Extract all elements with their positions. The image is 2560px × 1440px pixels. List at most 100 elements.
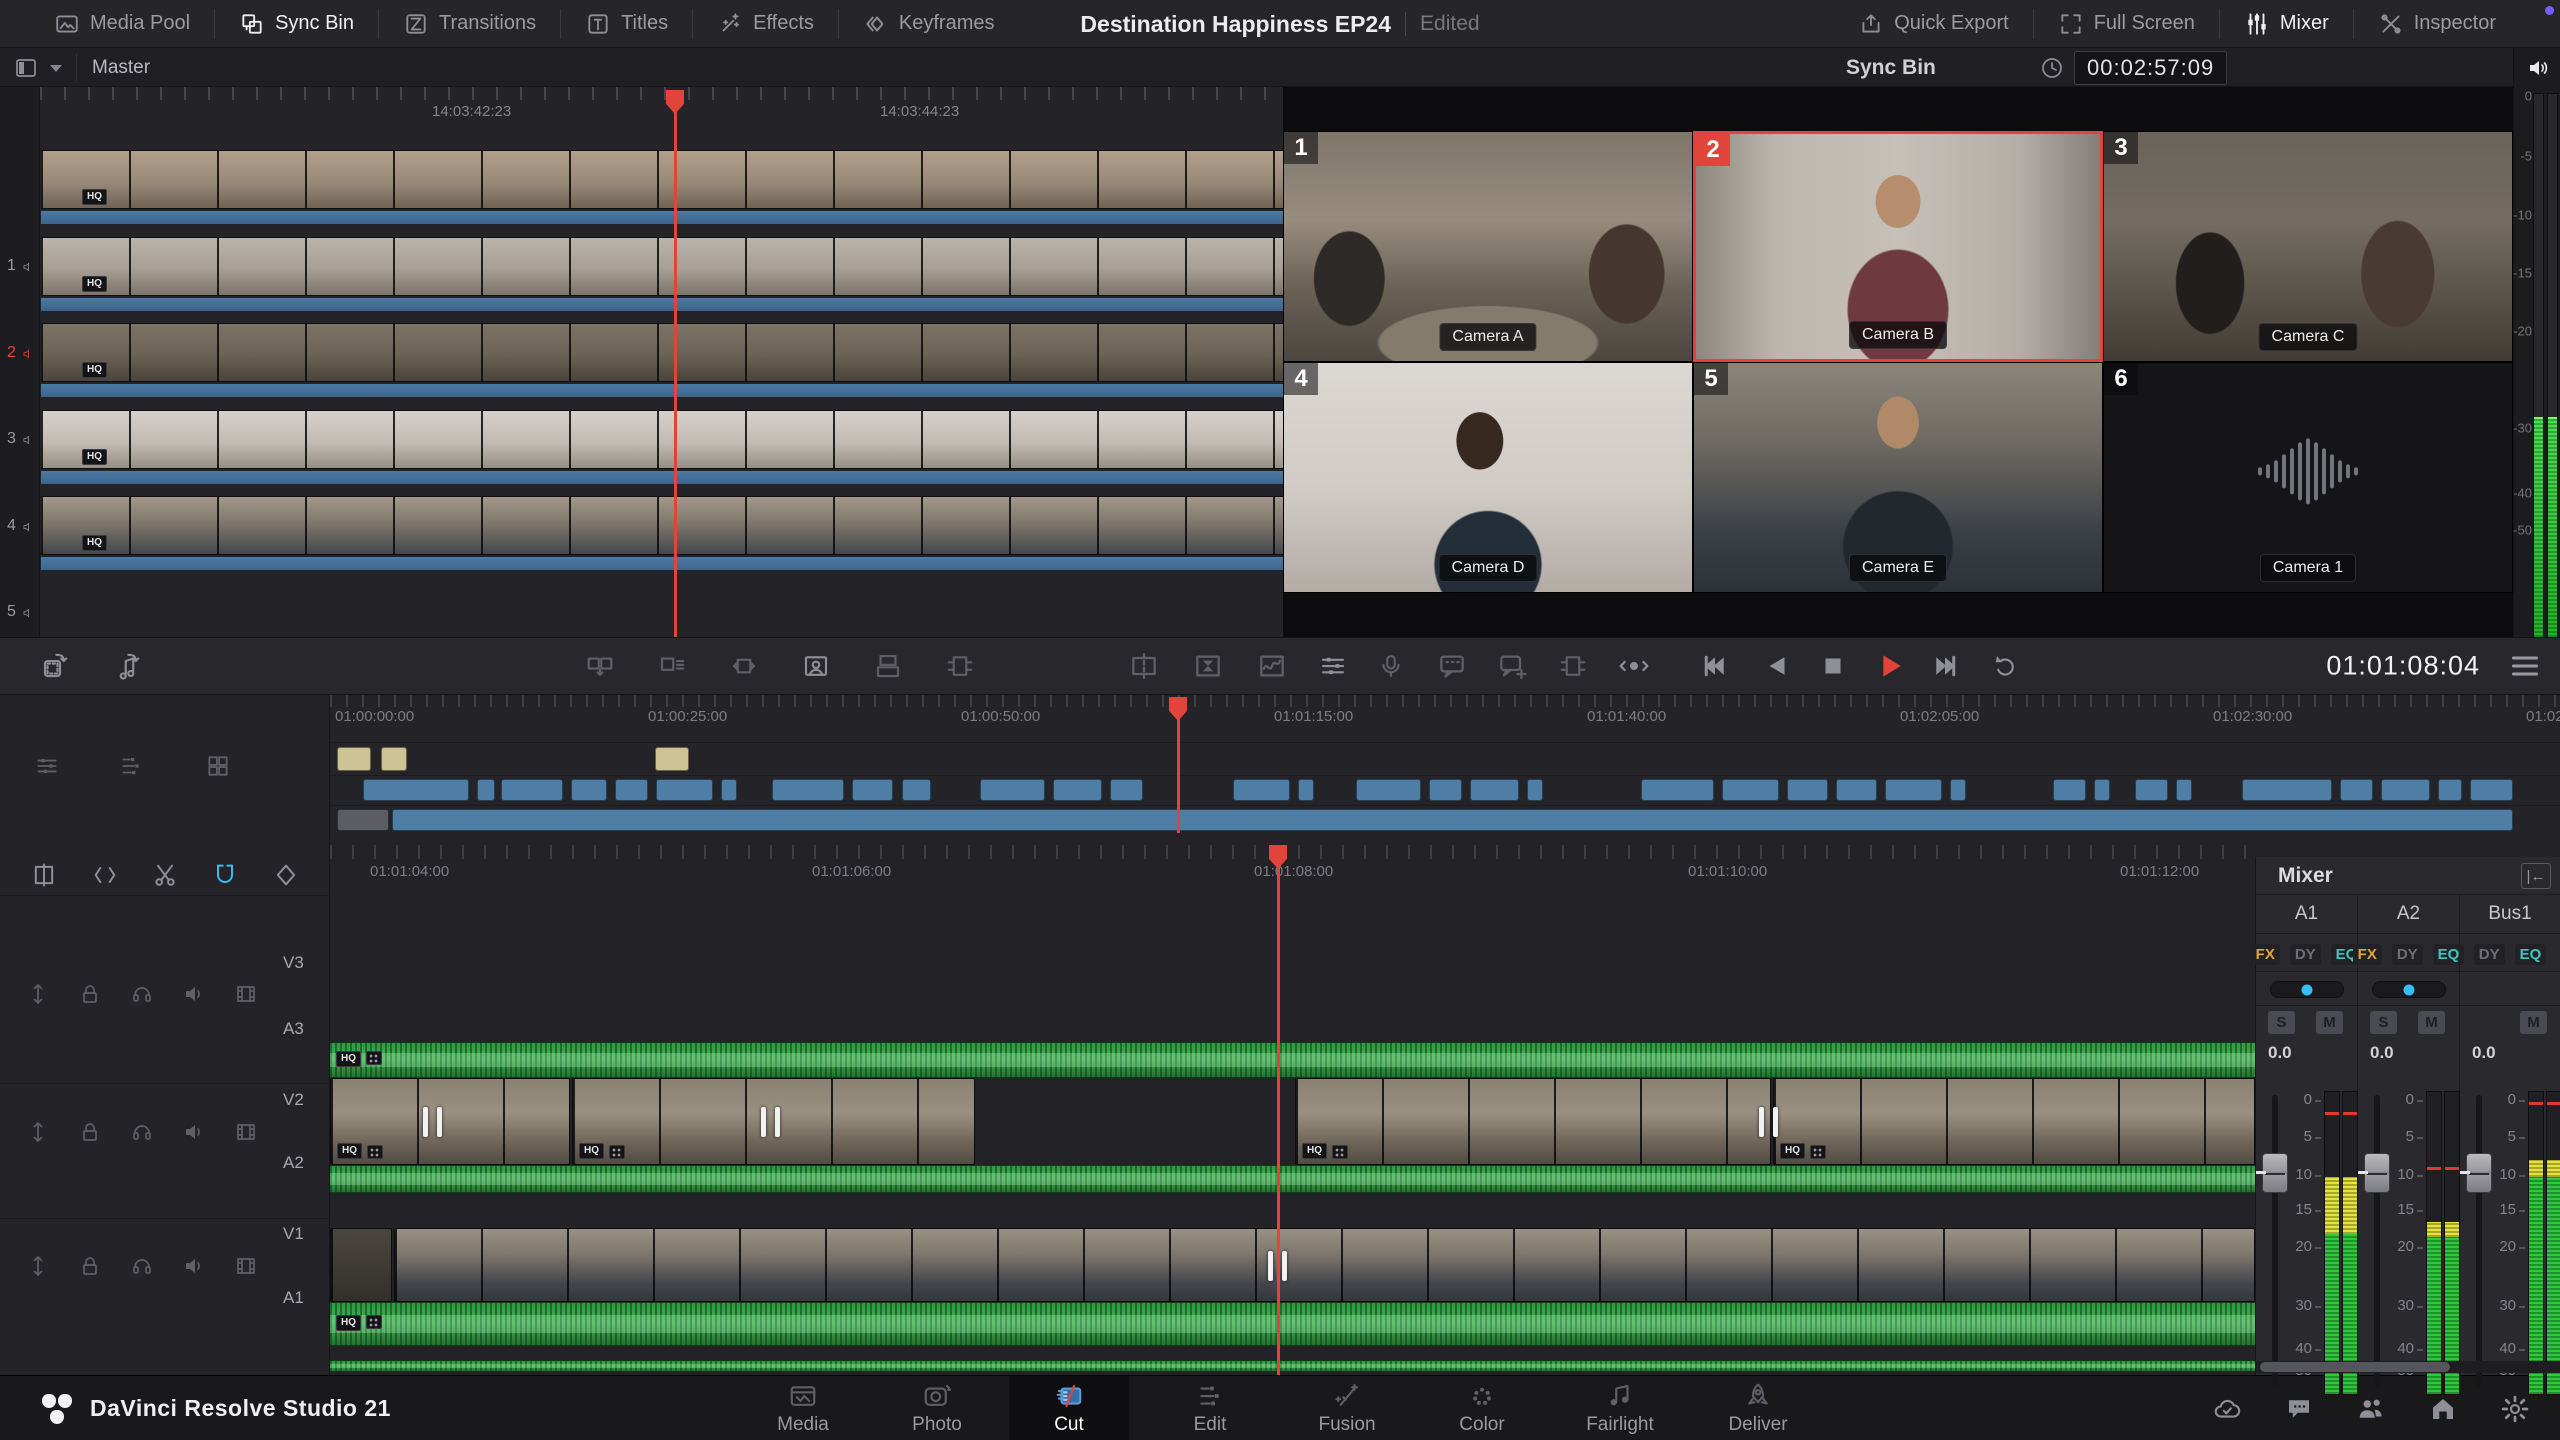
overview-clip-v2[interactable] [1233,779,1290,801]
source-track-number-4[interactable]: 4 [7,517,35,535]
overview-clip-v2[interactable] [363,779,469,801]
track-filmstrip-icon[interactable] [234,1120,258,1144]
track-label-a2[interactable]: A2 [283,1153,304,1173]
audio-track-a2[interactable] [330,1165,2255,1193]
track-filmstrip-icon[interactable] [234,1254,258,1278]
overview-clip-v2[interactable] [2053,779,2086,801]
viewer-timecode[interactable]: 00:02:57:09 [2074,51,2227,85]
play-icon[interactable] [1874,650,1906,682]
timeline-clip-v1[interactable] [330,1228,392,1302]
overview-options-icon[interactable] [34,753,60,779]
multicam-cell-4[interactable]: 4Camera D [1283,362,1693,593]
overview-clip-v1[interactable] [392,809,2513,831]
timeline-options-menu-icon[interactable] [2512,652,2538,681]
sync-bin-source-strip[interactable]: 14:03:42:2314:03:44:23 HQHQHQHQHQ 123456 [0,87,1283,637]
track-monitor-icon[interactable] [130,982,154,1006]
track-label-a3[interactable]: A3 [283,1019,304,1039]
track-speaker-icon[interactable] [182,1254,206,1278]
overview-clip-v2[interactable] [1429,779,1462,801]
keyframe-tray-icon[interactable] [1256,650,1288,682]
pan-slider[interactable] [2270,981,2344,998]
badge-dy[interactable]: DY [2474,944,2505,965]
settings-icon[interactable] [2500,1394,2530,1424]
bin-chevron-down-icon[interactable] [50,65,62,72]
overview-clip-v2[interactable] [772,779,844,801]
roll-tool-icon[interactable] [91,861,119,889]
track-move-icon[interactable] [26,1120,50,1144]
marker-tool-icon[interactable] [272,861,300,889]
overview-clip-v2[interactable] [852,779,893,801]
snap-tool-icon[interactable] [211,861,239,889]
source-filmstrip-track-5[interactable] [41,496,1283,555]
track-speaker-icon[interactable] [182,1120,206,1144]
page-tab-media[interactable]: Media [743,1376,863,1440]
voiceover-mic-icon[interactable] [1376,651,1406,681]
overview-clip-v2[interactable] [2381,779,2430,801]
track-label-v3[interactable]: V3 [283,953,304,973]
source-playhead-marker[interactable] [666,90,684,114]
play-reverse-icon[interactable] [1762,651,1792,681]
toolbar-button-titles[interactable]: Titles [561,0,692,48]
page-tab-fairlight[interactable]: Fairlight [1560,1376,1680,1440]
clip-tools-icon[interactable] [1318,651,1348,681]
timeline-clip-v1[interactable] [394,1228,2255,1302]
timeline-detail[interactable]: 01:01:04:0001:01:06:0001:01:08:0001:01:1… [0,833,2560,1375]
overview-clip-v2[interactable] [1722,779,1779,801]
timeline-clip-v2[interactable]: HQ [330,1078,570,1165]
overview-clip-v2[interactable] [1885,779,1942,801]
home-icon[interactable] [2428,1394,2458,1424]
badge-dy[interactable]: DY [2290,944,2321,965]
track-label-v2[interactable]: V2 [283,1090,304,1110]
mixer-collapse-button[interactable]: |← [2521,863,2551,889]
badge-fx[interactable]: FX [2353,944,2382,965]
timeline-playhead[interactable] [1277,845,1280,1375]
overview-zoom-icon[interactable] [205,753,231,779]
toolbar-button-effects[interactable]: Effects [693,0,838,48]
solo-button[interactable]: S [2370,1011,2397,1034]
page-tab-cut[interactable]: Cut [1009,1376,1129,1440]
overview-clip-v2[interactable] [2438,779,2462,801]
overview-clip-v2[interactable] [721,779,737,801]
cloud-sync-icon[interactable] [2212,1394,2242,1424]
transitions-tray-icon[interactable] [1192,650,1224,682]
source-filmstrip-track-3[interactable] [41,323,1283,382]
toolbar-button-full-screen[interactable]: Full Screen [2034,0,2219,48]
track-lock-icon[interactable] [78,982,102,1006]
overview-clip-v2[interactable] [1298,779,1314,801]
overview-clip-v2[interactable] [1527,779,1543,801]
overview-clip-v2[interactable] [2470,779,2513,801]
overview-clip-v2[interactable] [2242,779,2332,801]
badge-eq[interactable]: EQ [2515,944,2547,965]
loop-playback-icon[interactable] [1992,651,2022,681]
timeline-clip-v2[interactable]: HQ [1773,1078,2255,1165]
track-speaker-icon[interactable] [182,982,206,1006]
multicam-cell-5[interactable]: 5Camera E [1693,362,2103,593]
timeline-timecode[interactable]: 01:01:08:04 [2326,651,2480,682]
overview-clip-v2[interactable] [1836,779,1877,801]
multicam-cell-1[interactable]: 1Camera A [1283,131,1693,362]
split-clips-icon[interactable] [1128,650,1160,682]
track-lock-icon[interactable] [78,1120,102,1144]
multicam-cell-3[interactable]: 3Camera C [2103,131,2513,362]
overview-clip-v2[interactable] [902,779,931,801]
source-audio-bar-2[interactable] [41,298,1283,311]
source-filmstrip-track-4[interactable] [41,410,1283,469]
toolbar-button-transitions[interactable]: Transitions [379,0,560,48]
mute-button[interactable]: M [2316,1011,2343,1034]
source-audio-bar-5[interactable] [41,557,1283,570]
overview-clip-v3[interactable] [381,747,407,771]
overview-clip-v2[interactable] [615,779,648,801]
overview-clip-v3[interactable] [655,747,689,771]
source-overwrite-icon[interactable] [945,651,975,681]
append-clip-icon[interactable] [657,651,687,681]
page-tab-fusion[interactable]: Fusion [1287,1376,1407,1440]
track-height-icon[interactable] [118,753,144,779]
audio-track-a3[interactable] [330,1042,2255,1078]
overview-clip-v2[interactable] [2340,779,2373,801]
source-track-number-3[interactable]: 3 [7,430,35,448]
multicam-cell-2[interactable]: 2Camera B [1693,131,2103,362]
overview-clip-v2[interactable] [2094,779,2110,801]
razor-tool-icon[interactable] [151,861,179,889]
page-tab-edit[interactable]: Edit [1150,1376,1270,1440]
source-track-number-5[interactable]: 5 [7,603,35,621]
